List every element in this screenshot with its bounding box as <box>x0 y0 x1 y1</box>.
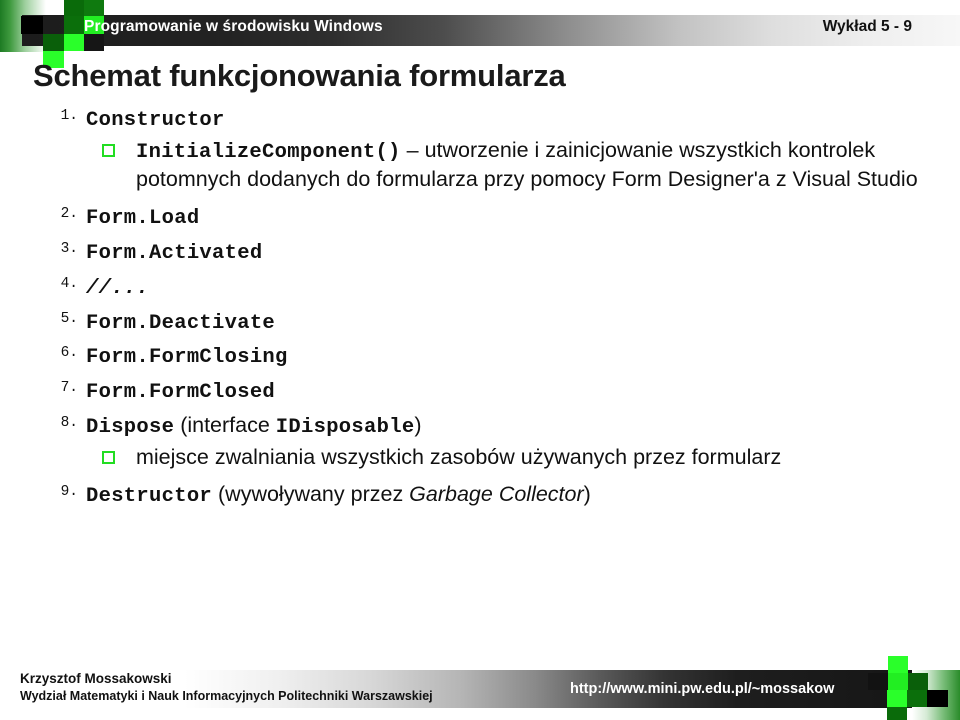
footer-url[interactable]: http://www.mini.pw.edu.pl/~mossakow <box>570 681 834 697</box>
square-bullet-icon <box>102 451 115 465</box>
list-item-number: 1. <box>60 108 78 124</box>
code-text: Destructor <box>86 485 213 509</box>
list-item: 5. Form.Deactivate <box>0 311 960 335</box>
list-item-number: 3. <box>60 240 78 257</box>
dash: – <box>406 137 419 162</box>
list-item-number: 4. <box>60 275 78 292</box>
slide: Programowanie w środowisku Windows Wykła… <box>0 0 960 720</box>
code-text: Form.Deactivate <box>86 311 276 335</box>
list-item-number: 7. <box>60 380 78 397</box>
list-item: 9. Destructor (wywoływany przez Garbage … <box>0 482 960 509</box>
list-item: 3. Form.Activated <box>0 241 960 265</box>
code-text: //... <box>86 276 150 300</box>
code-text: Form.Activated <box>86 241 263 265</box>
paren-open-text: (wywoływany przez <box>212 482 410 507</box>
list-item: 2. Form.Load <box>0 206 960 230</box>
list-item-body: Form.FormClosing <box>86 345 960 369</box>
list-item-body: Constructor <box>86 108 960 132</box>
list-item-body: Form.Load <box>86 206 960 230</box>
list-item-body: //... <box>86 276 960 300</box>
list-item: 7. Form.FormClosed <box>0 380 960 404</box>
code-text-secondary: IDisposable <box>275 416 415 440</box>
list-item-body: Destructor (wywoływany przez Garbage Col… <box>86 482 960 509</box>
footer-author: Krzysztof Mossakowski <box>20 671 172 686</box>
list-item: 4. //... <box>0 276 960 300</box>
list-item-body: Form.Deactivate <box>86 311 960 335</box>
paren-close-text: ) <box>414 413 422 438</box>
slide-footer: Krzysztof Mossakowski Wydział Matematyki… <box>0 656 960 720</box>
list-item-number: 8. <box>60 415 78 432</box>
code-text: Form.FormClosed <box>86 381 276 405</box>
slide-header: Programowanie w środowisku Windows Wykła… <box>0 0 960 68</box>
slide-body: 1. Constructor InitializeComponent() – u… <box>0 108 960 508</box>
code-text: Dispose <box>86 416 175 440</box>
course-title: Programowanie w środowisku Windows <box>84 18 383 35</box>
code-text: Form.FormClosing <box>86 346 288 370</box>
sub-list-item: miejsce zwalniania wszystkich zasobów uż… <box>86 444 960 471</box>
lecture-number: Wykład 5 - 9 <box>822 18 912 35</box>
code-text: Form.Load <box>86 206 200 230</box>
code-text: Constructor <box>86 109 225 132</box>
list-item-number: 5. <box>60 310 78 327</box>
code-text: InitializeComponent() <box>136 140 401 164</box>
italic-emphasis-text: Garbage Collector <box>409 482 584 507</box>
square-bullet-icon <box>102 143 115 157</box>
list-item-body: Form.Activated <box>86 241 960 265</box>
paren-open-text: (interface <box>174 413 276 438</box>
list-item: 6. Form.FormClosing <box>0 345 960 369</box>
sub-list-item: InitializeComponent() – utworzenie i zai… <box>86 137 960 193</box>
list-item-number: 2. <box>60 205 78 222</box>
list-item-number: 9. <box>60 484 78 501</box>
sub-list-item-text: miejsce zwalniania wszystkich zasobów uż… <box>136 445 782 470</box>
list-item-number: 6. <box>60 345 78 362</box>
list-item-body: Form.FormClosed <box>86 380 960 404</box>
list-item: 1. Constructor InitializeComponent() – u… <box>0 108 960 193</box>
list-item-body: Dispose (interface IDisposable) <box>86 413 960 440</box>
footer-department: Wydział Matematyki i Nauk Informacyjnych… <box>20 689 433 703</box>
sub-list-item-text: InitializeComponent() – utworzenie i zai… <box>136 137 960 193</box>
paren-close-text: ) <box>583 482 591 507</box>
page-title: Schemat funkcjonowania formularza <box>33 58 566 93</box>
list-item: 8. Dispose (interface IDisposable) miejs… <box>0 413 960 471</box>
